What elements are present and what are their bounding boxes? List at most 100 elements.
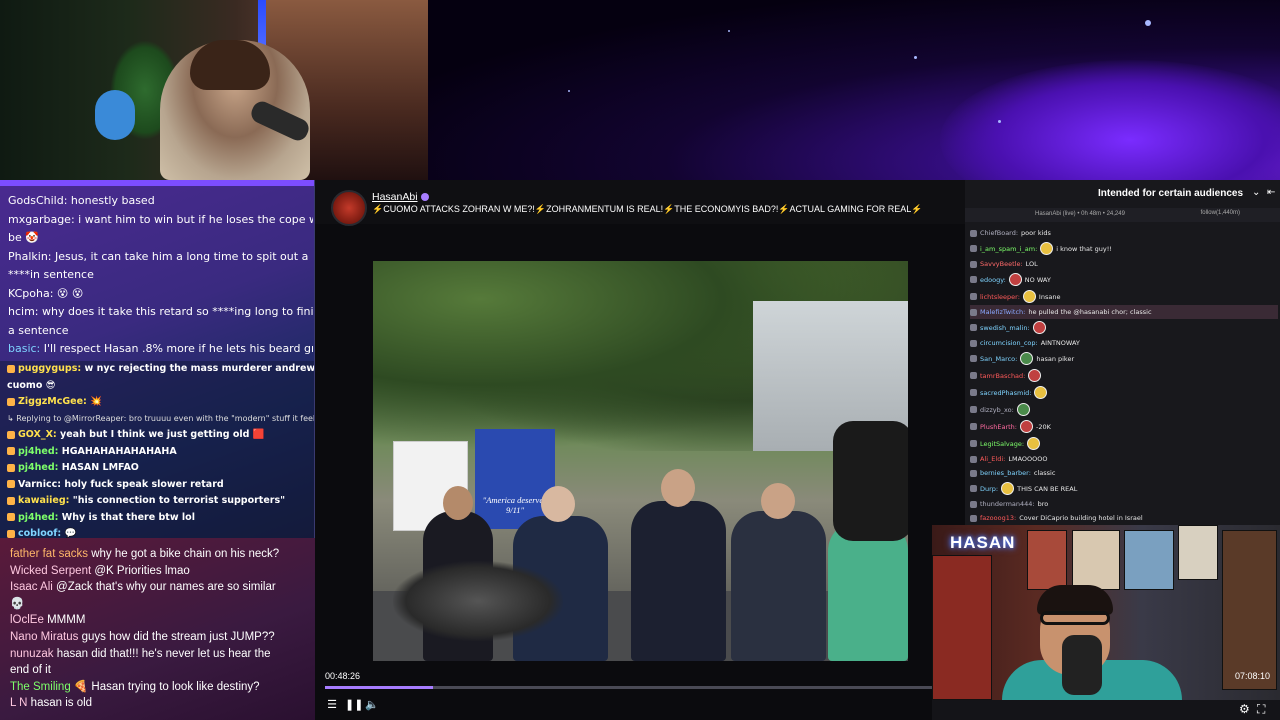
chat-message: be 🤡	[8, 229, 313, 248]
chat-text: holy fuck speak slower retard	[64, 478, 224, 490]
badge-icon	[970, 440, 977, 447]
star	[914, 56, 917, 59]
chat-username: ZiggzMcGee:	[18, 396, 91, 407]
chat-text: 💀	[10, 597, 25, 610]
chat-text: ↳ Replying to @MirrorReaper: bro truuuu …	[7, 413, 315, 423]
chat-message: nunuzak hasan did that!!! he's never let…	[10, 646, 310, 663]
space-background	[428, 0, 1280, 180]
badge-icon	[970, 406, 977, 413]
chat-text: Why is that there btw lol	[61, 511, 195, 523]
chat-text: i know that guy!!	[1056, 244, 1112, 253]
chat-username: pj4hed:	[18, 445, 62, 457]
audience-label[interactable]: Intended for certain audiences	[1098, 188, 1243, 199]
chat-message: ZiggzMcGee: 💥	[0, 394, 314, 411]
chat-username: bernies_barber:	[980, 469, 1031, 477]
hasan-webcam: HASAN	[932, 525, 1280, 700]
streamer-name-link[interactable]: HasanAbi	[372, 191, 429, 203]
progress-fill	[325, 686, 434, 689]
chat-username: pj4hed:	[18, 511, 62, 523]
progress-bar[interactable]	[325, 686, 955, 689]
chat-message: Durp: THIS CAN BE REAL	[970, 480, 1278, 497]
chat-text: why does it take this retard so ****ing …	[42, 305, 313, 318]
chat-message: KCpoha: 😵 😵	[8, 285, 313, 304]
sub-badge-icon	[7, 463, 15, 472]
player-bottom-bar: 07:08:10 ⚙ ⛶	[932, 671, 1280, 720]
badge-icon	[970, 260, 977, 268]
collapse-icon[interactable]: ⇤	[1267, 187, 1275, 198]
chat-text: I'll respect Hasan .8% more if he lets h…	[43, 342, 313, 355]
sub-badge-icon	[7, 513, 15, 521]
chat-text: hasan did that!!! he's never let us hear…	[56, 647, 271, 660]
wall-poster	[932, 555, 992, 700]
person-head	[443, 486, 473, 520]
chat-username: puggygups:	[18, 363, 85, 374]
video-frame[interactable]: "America deserved 9/11"	[373, 261, 908, 661]
emote-icon	[1027, 437, 1041, 450]
player-header: HasanAbi ⚡CUOMO ATTACKS ZOHRAN W ME?!⚡ZO…	[315, 180, 965, 226]
volume-icon[interactable]: 🔈	[365, 698, 379, 712]
badge-icon	[970, 355, 977, 362]
fullscreen-icon[interactable]: ⛶	[1257, 702, 1265, 717]
video-player[interactable]: HasanAbi ⚡CUOMO ATTACKS ZOHRAN W ME?!⚡ZO…	[315, 180, 965, 720]
chat-message: i_am_spam_i_am: i know that guy!!	[970, 240, 1278, 257]
chat-text: 😵 😵	[56, 286, 84, 300]
chat-text: a sentence	[8, 323, 69, 337]
wall-poster	[1124, 530, 1174, 590]
gear-icon[interactable]: ⚙	[1239, 702, 1250, 716]
chat-username: edoogy:	[980, 275, 1006, 284]
emote-icon	[1034, 386, 1048, 399]
emote-icon	[1001, 482, 1015, 495]
chat-message: tamrBaschad:	[970, 367, 1278, 384]
chat-username: nunuzak	[10, 647, 57, 660]
chat-username: kawaiieg:	[18, 495, 73, 506]
toy-figure	[95, 90, 135, 140]
chat-text: i want him to win but if he loses the co…	[78, 212, 313, 226]
streamer-name[interactable]: HasanAbi	[372, 191, 418, 203]
chat-mid-list: puggygups: w nyc rejecting the mass murd…	[0, 361, 315, 538]
badge-icon	[970, 485, 977, 492]
emote-icon	[1008, 273, 1022, 286]
badge-icon	[970, 324, 977, 331]
chevron-down-icon[interactable]: ⌄	[1252, 187, 1260, 198]
chat-message: PlushEarth: -20K	[970, 418, 1278, 435]
chat-username: fazooog13:	[980, 514, 1017, 522]
chapters-icon[interactable]: ☰	[325, 698, 339, 712]
chat-message: GodsChild: honestly based	[8, 192, 313, 211]
chat-message: Nano Miratus guys how did the stream jus…	[10, 629, 310, 646]
chat-message: pj4hed: HASAN LMFAO	[0, 460, 314, 477]
chat-username: ChiefBoard:	[980, 229, 1019, 237]
chat-text: @K Priorities lmao	[94, 564, 190, 577]
hasan-logo: HASAN	[950, 533, 1016, 552]
chat-message: fazooog13: Cover DiCaprio building hotel …	[970, 511, 1278, 525]
chat-username: pj4hed:	[18, 462, 62, 473]
chat-message: a sentence	[8, 322, 313, 341]
streamer-avatar[interactable]	[331, 190, 367, 226]
chat-text: why he got a bike chain on his neck?	[91, 548, 280, 560]
chat-username: The Smiling	[10, 680, 74, 693]
emote-icon	[1022, 290, 1036, 303]
sub-badge-icon	[7, 447, 15, 455]
chat-message: SavvyBeetle: LOL	[970, 257, 1278, 271]
chat-text: ****in sentence	[8, 268, 94, 281]
chat-username: Isaac Ali	[10, 581, 57, 594]
emote-icon	[1032, 321, 1046, 334]
chat-text: poor kids	[1021, 229, 1051, 237]
chat-text: HASAN LMFAO	[61, 462, 139, 473]
chat-username: father fat sacks	[10, 548, 92, 560]
chat-text: hasan piker	[1036, 354, 1075, 363]
chat-text: 🍕 Hasan trying to look like destiny?	[73, 680, 260, 693]
chat-text: LMAOOOOO	[1008, 455, 1048, 463]
chat-text: 💥	[90, 396, 102, 407]
badge-icon	[970, 276, 977, 283]
pause-icon[interactable]: ❚❚	[345, 698, 363, 712]
chat-username: lOclEe	[10, 614, 48, 627]
follow-label[interactable]: follow(1,440m)	[1201, 210, 1240, 216]
person-cuomo	[631, 501, 726, 661]
chat-text: LOL	[1025, 260, 1038, 268]
chat-username: Ali_Eldi:	[980, 455, 1006, 463]
stream-title: ⚡CUOMO ATTACKS ZOHRAN W ME?!⚡ZOHRANMENTU…	[372, 204, 923, 214]
emote-icon	[1020, 352, 1034, 365]
emote-icon	[1040, 242, 1054, 255]
person-head	[761, 483, 795, 519]
duration: 07:08:10	[1234, 671, 1270, 681]
